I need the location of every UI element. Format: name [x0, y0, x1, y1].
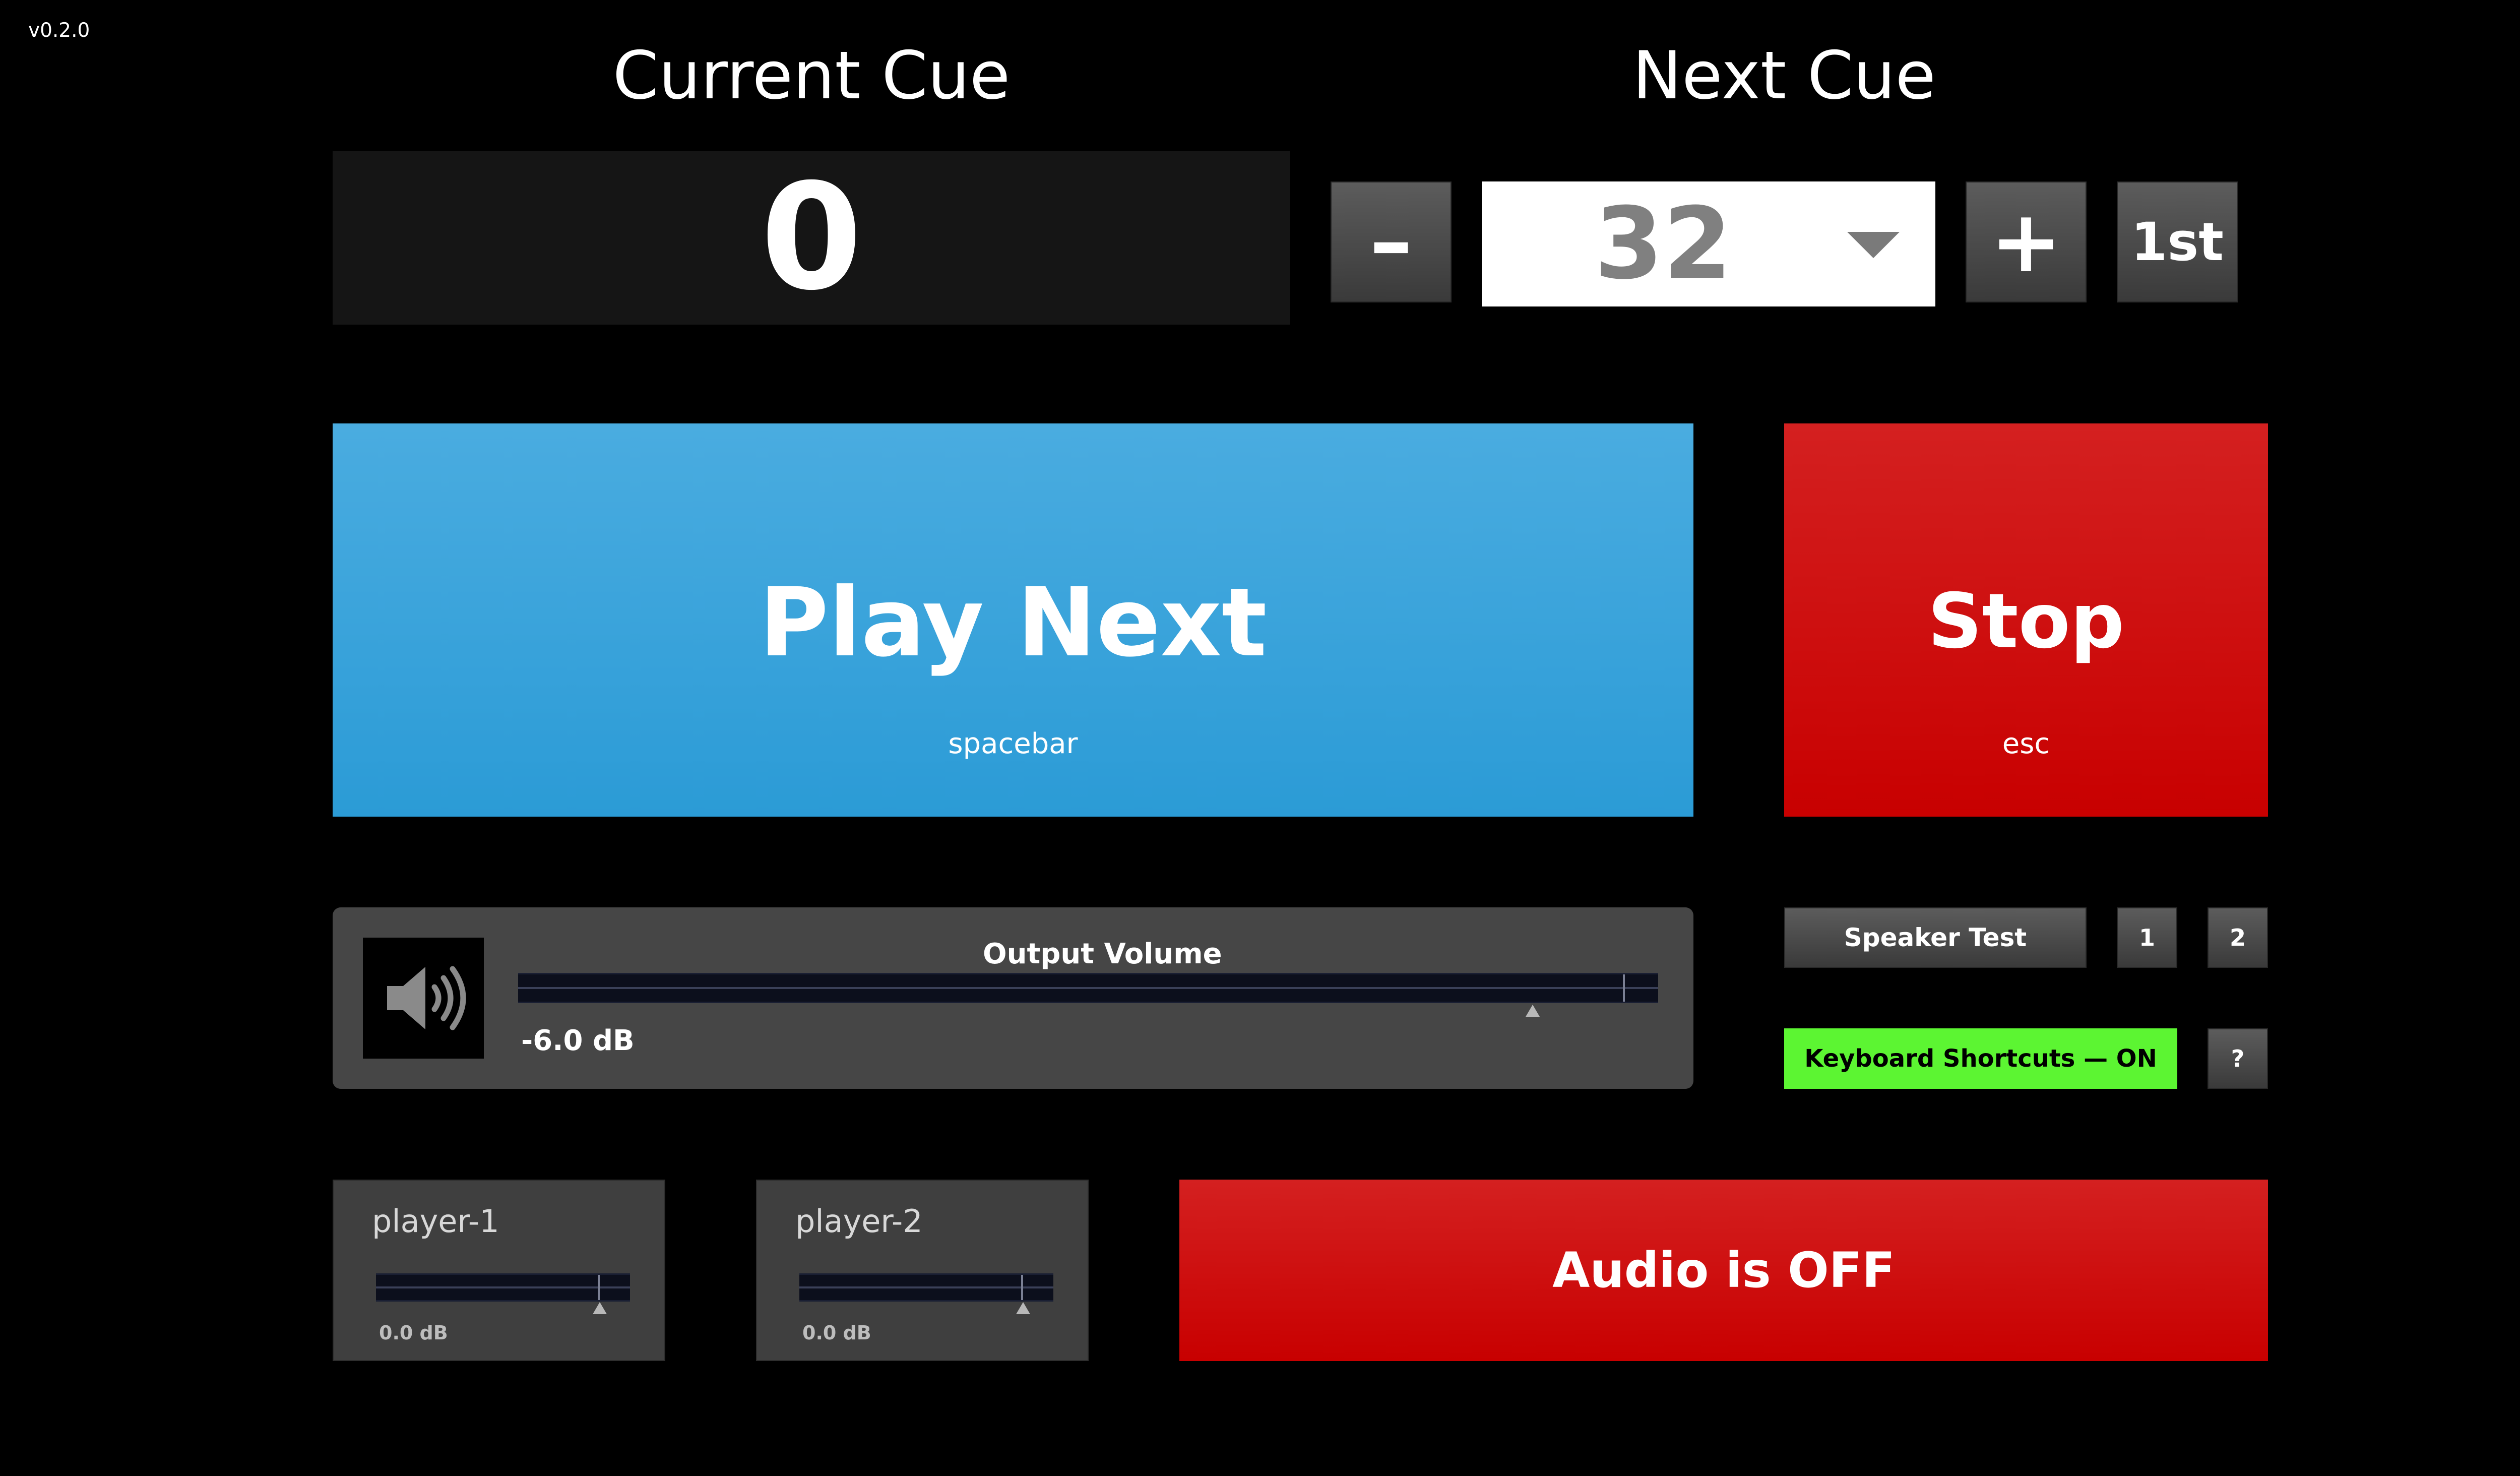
audio-status-button[interactable]: Audio is OFF	[1179, 1180, 2268, 1361]
play-next-label: Play Next	[759, 568, 1267, 678]
next-cue-title: Next Cue	[1632, 37, 1936, 114]
help-button[interactable]: ?	[2208, 1028, 2268, 1089]
slider-track-line	[518, 987, 1658, 989]
speaker-test-button[interactable]: Speaker Test	[1784, 907, 2087, 968]
stop-button[interactable]: Stop esc	[1784, 423, 2268, 817]
player-panel: player-2 0.0 dB	[756, 1180, 1089, 1361]
play-next-button[interactable]: Play Next spacebar	[333, 423, 1693, 817]
output-volume-panel: Output Volume -6.0 dB	[333, 907, 1693, 1089]
speaker-volume-icon	[387, 966, 466, 1030]
slider-track-line	[799, 1286, 1053, 1288]
next-cue-value: 32	[1594, 187, 1732, 301]
player-volume-slider[interactable]	[799, 1273, 1053, 1314]
first-cue-button[interactable]: 1st	[2117, 181, 2238, 302]
keyboard-shortcuts-toggle[interactable]: Keyboard Shortcuts — ON	[1784, 1028, 2177, 1089]
current-cue-display: 0	[333, 151, 1290, 325]
player-db-value: 0.0 dB	[802, 1322, 871, 1344]
speaker-test-channel-2[interactable]: 2	[2208, 907, 2268, 968]
chevron-down-icon[interactable]	[1847, 232, 1900, 258]
player-name: player-2	[795, 1203, 923, 1240]
output-volume-thumb[interactable]	[1526, 1005, 1540, 1017]
stop-label: Stop	[1927, 578, 2125, 665]
decrement-cue-button[interactable]: –	[1331, 181, 1452, 302]
player-volume-slider[interactable]	[376, 1273, 630, 1314]
player-db-value: 0.0 dB	[379, 1322, 448, 1344]
player-volume-thumb[interactable]	[1016, 1302, 1030, 1314]
stop-shortcut: esc	[2002, 727, 2050, 760]
output-volume-value: -6.0 dB	[521, 1024, 635, 1057]
slider-tick	[1623, 974, 1625, 1002]
output-volume-slider[interactable]	[518, 973, 1658, 1017]
version-label: v0.2.0	[28, 19, 90, 42]
player-volume-thumb[interactable]	[592, 1302, 607, 1314]
slider-tick	[598, 1275, 600, 1300]
current-cue-title: Current Cue	[612, 37, 1011, 114]
play-next-shortcut: spacebar	[948, 727, 1078, 760]
player-panel: player-1 0.0 dB	[333, 1180, 665, 1361]
slider-track-line	[376, 1286, 630, 1288]
increment-cue-button[interactable]: +	[1966, 181, 2087, 302]
speaker-test-channel-1[interactable]: 1	[2117, 907, 2177, 968]
player-name: player-1	[372, 1203, 499, 1240]
output-volume-title: Output Volume	[983, 938, 1222, 970]
slider-tick	[1021, 1275, 1023, 1300]
mute-toggle[interactable]	[363, 938, 484, 1059]
